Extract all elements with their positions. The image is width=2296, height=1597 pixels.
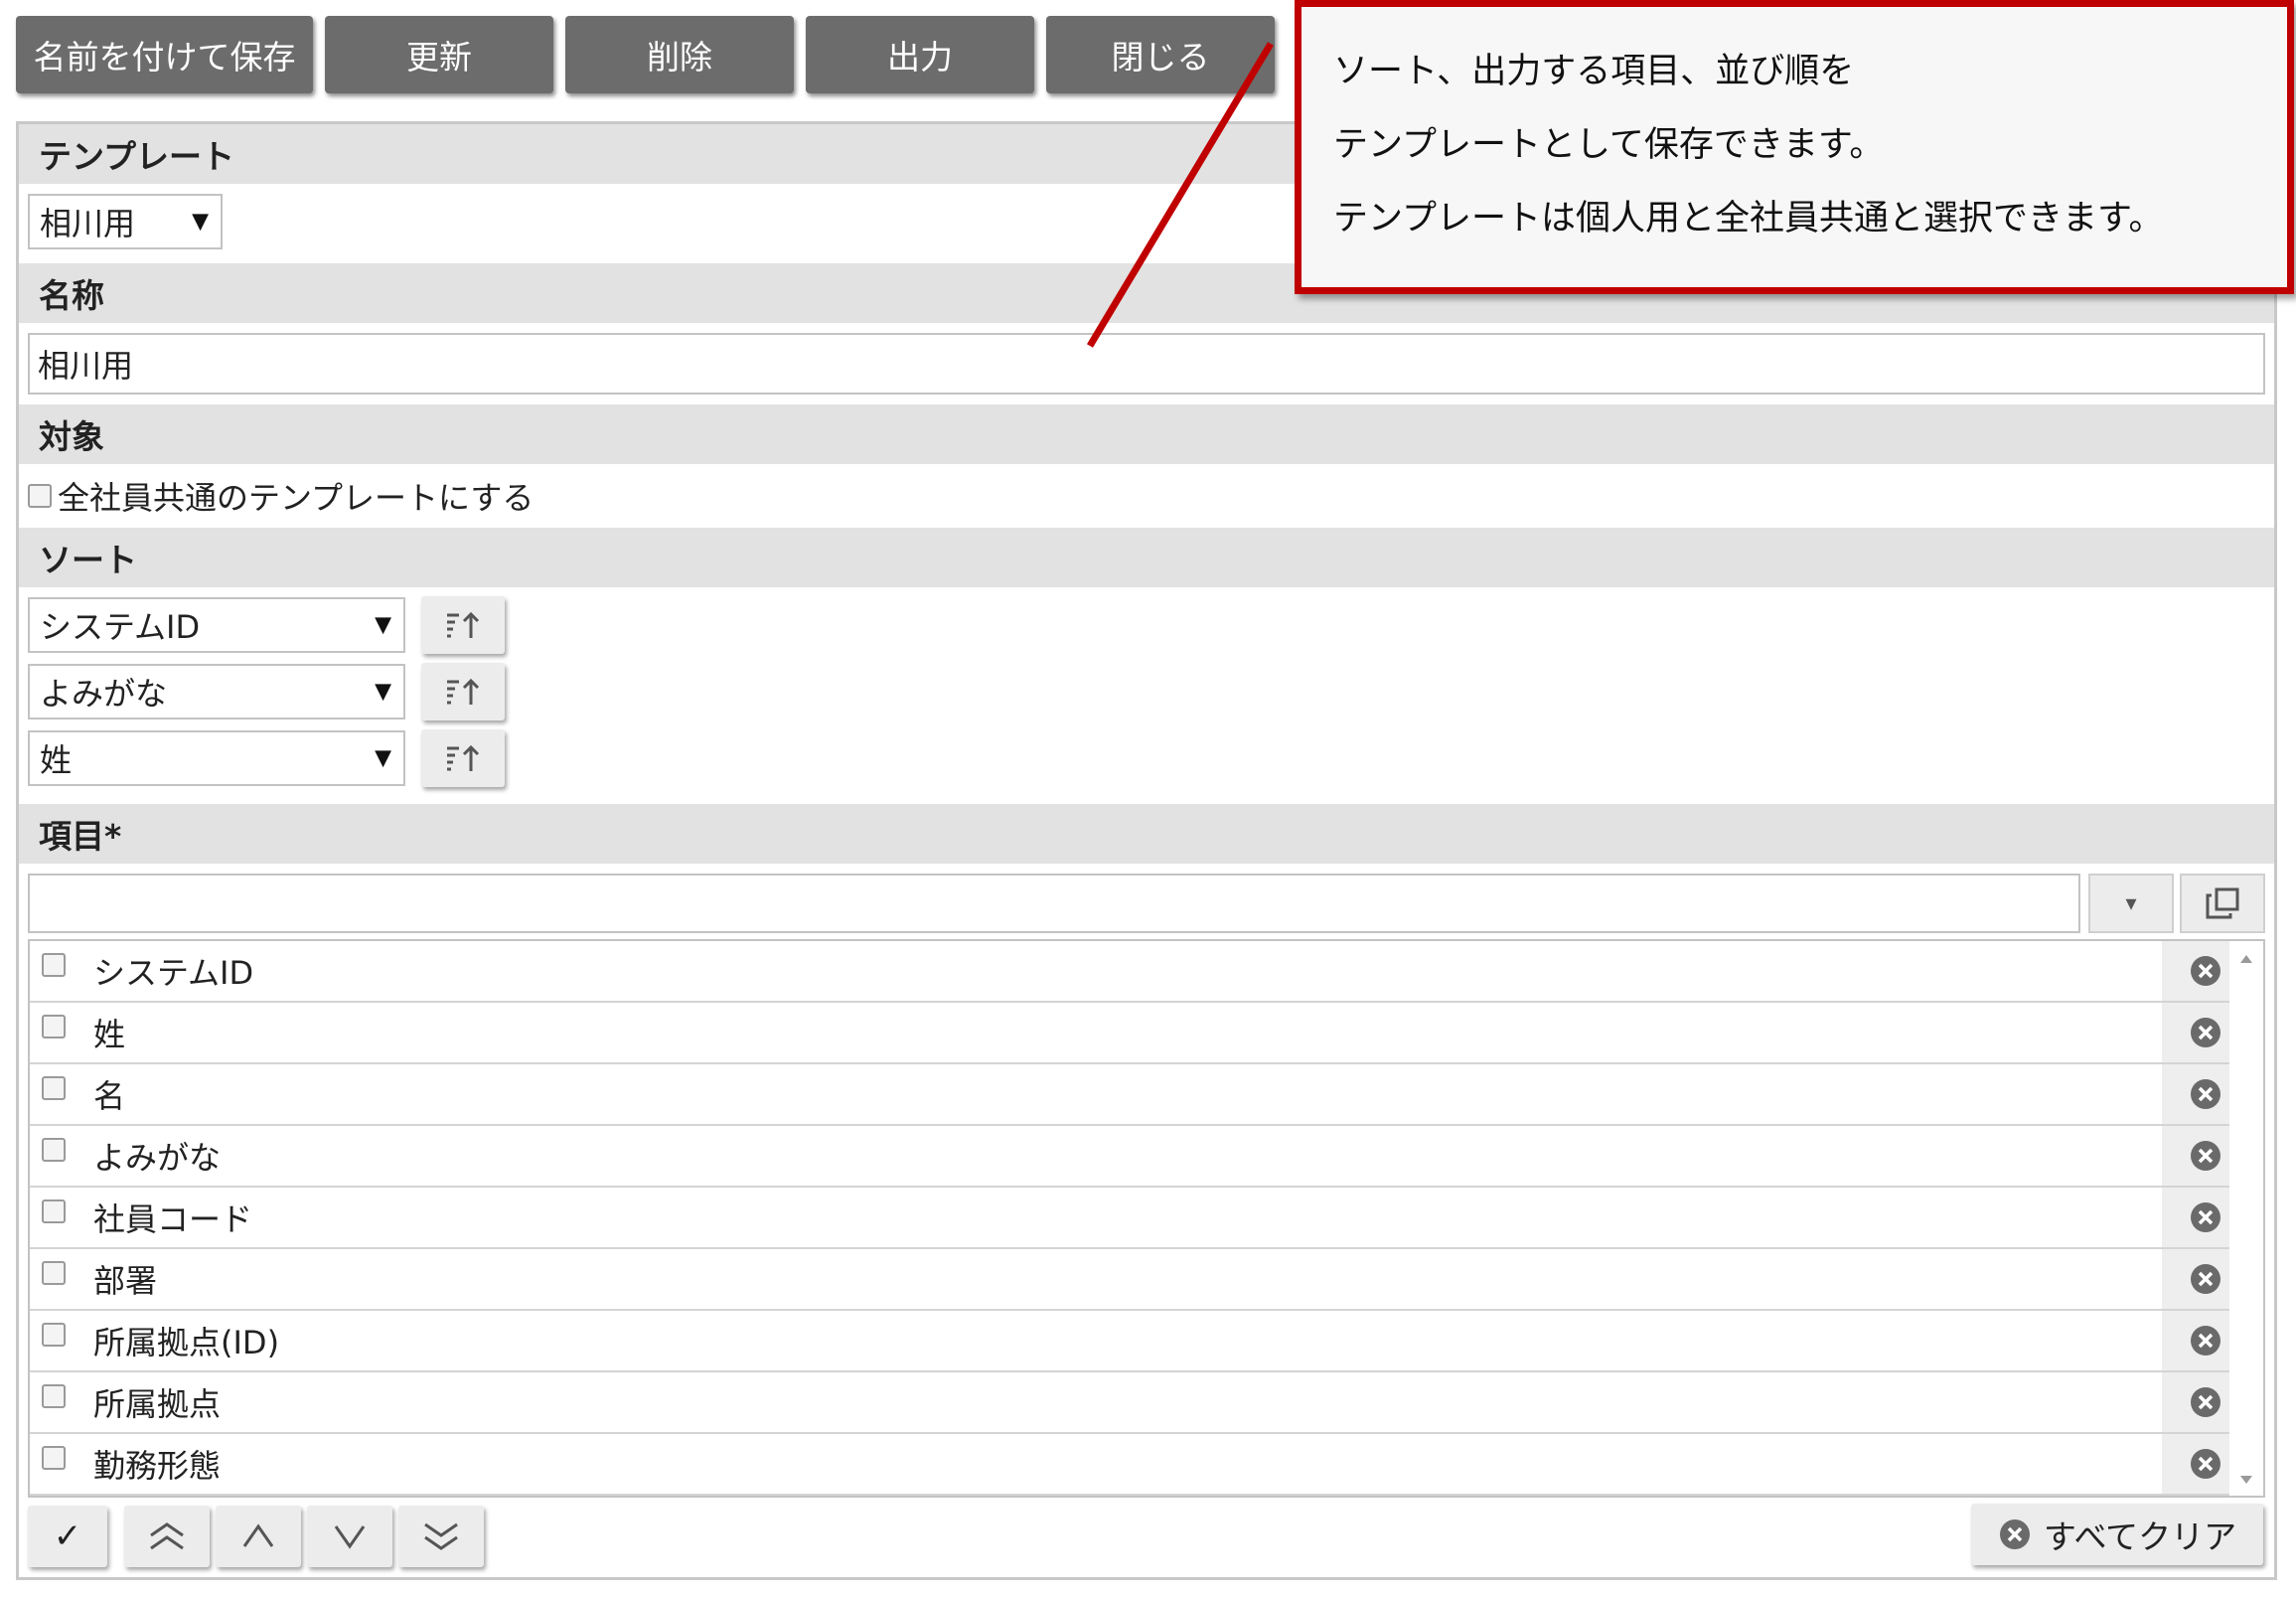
callout-line-3: テンプレートは個人用と全社員共通と選択できます。 xyxy=(1333,199,2164,239)
callout-line-1: ソート、出力する項目、並び順を xyxy=(1333,52,1855,91)
annotation-callout: ソート、出力する項目、並び順を テンプレートとして保存できます。 テンプレートは… xyxy=(1295,0,2294,294)
callout-line-2: テンプレートとして保存できます。 xyxy=(1333,125,1885,165)
